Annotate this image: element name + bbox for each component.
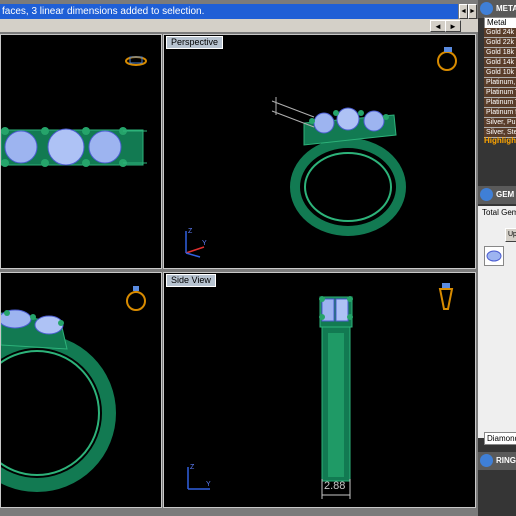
gem-icon: [480, 188, 493, 201]
highlight-label: Highlight: [484, 136, 516, 145]
metal-panel-header[interactable]: METAL: [478, 0, 516, 18]
metal-list-item[interactable]: Gold 22k: [484, 38, 516, 48]
metal-list-item[interactable]: Silver, Pur...: [484, 118, 516, 128]
right-panel: METAL Metal Gold 24kGold 22kGold 18kGold…: [478, 0, 516, 516]
axis-z-label: Z: [188, 228, 193, 235]
up-button[interactable]: Up: [505, 228, 516, 242]
axis-z-label: Z: [190, 464, 195, 471]
toolbar-strip: ◄ ►: [0, 19, 478, 32]
mini-ring-icon: [126, 286, 146, 311]
gem-panel-header[interactable]: GEM: [478, 186, 516, 204]
viewport-title-side[interactable]: Side View: [166, 274, 216, 287]
viewport-title-perspective[interactable]: Perspective: [166, 36, 224, 49]
axis-gizmo: Z Y: [187, 464, 211, 490]
axis-gizmo: Z Y: [185, 228, 207, 258]
back-arrow-icon[interactable]: ◄: [430, 20, 446, 32]
metal-list[interactable]: Gold 24k Gold 22k Gold 18k Gold 14k Gold 10k…: [484, 28, 516, 138]
metal-icon: [480, 2, 493, 15]
dimension-label: 2.88: [324, 480, 345, 492]
front-view-render: [1, 286, 146, 492]
axis-y-label: Y: [206, 481, 211, 488]
scroll-right-button[interactable]: ►: [467, 4, 477, 19]
metal-list-item[interactable]: Gold 14k: [484, 58, 516, 68]
top-view-render: [1, 56, 147, 167]
metal-list-item[interactable]: Gold 24k: [484, 28, 516, 38]
viewport-top[interactable]: [0, 34, 162, 269]
ring-panel-header[interactable]: RING: [478, 452, 516, 470]
viewport-side[interactable]: 2.88 Z Y Side View: [163, 272, 476, 508]
status-bar: faces, 3 linear dimensions added to sele…: [0, 4, 458, 19]
scroll-left-button[interactable]: ◄: [459, 4, 468, 19]
forward-arrow-icon[interactable]: ►: [445, 20, 461, 32]
ring-icon: [480, 454, 493, 467]
gem-type-select[interactable]: Diamond: [484, 432, 516, 445]
axis-y-label: Y: [202, 240, 207, 247]
status-message: faces, 3 linear dimensions added to sele…: [2, 6, 205, 17]
status-scroll: ◄ ►: [459, 4, 477, 19]
viewport-perspective[interactable]: Z Y Perspective: [163, 34, 476, 269]
total-gems-label: Total Gem: [482, 208, 516, 217]
mini-ring-icon: [438, 283, 454, 310]
viewport-front[interactable]: [0, 272, 162, 508]
metal-list-item[interactable]: Gold 18k: [484, 48, 516, 58]
metal-list-item[interactable]: Platinum 5...: [484, 108, 516, 118]
metal-list-item[interactable]: Platinum, ...: [484, 78, 516, 88]
mini-ring-icon: [437, 47, 457, 71]
mini-ring-icon: [125, 56, 147, 66]
metal-list-item[interactable]: Platinum T...: [484, 88, 516, 98]
metal-list-item[interactable]: Platinum T...: [484, 98, 516, 108]
gem-thumbnail-icon[interactable]: [484, 246, 504, 266]
metal-list-item[interactable]: Gold 10k: [484, 68, 516, 78]
